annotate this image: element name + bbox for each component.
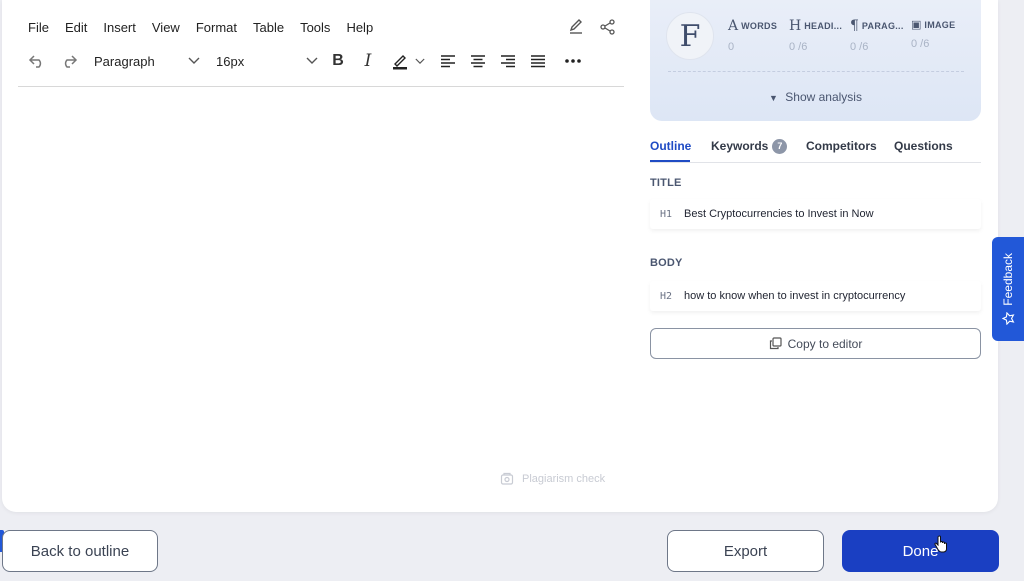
editor-toolbar: Paragraph 16px B I	[18, 48, 624, 76]
back-to-outline-button[interactable]: Back to outline	[2, 530, 158, 572]
body-section-label: BODY	[650, 257, 683, 269]
star-icon	[1001, 311, 1014, 325]
paragraph-icon: ¶	[850, 18, 859, 34]
metric-label: PARAG...	[861, 21, 904, 31]
metric-paragraphs: ¶ PARAG... 0 /6	[850, 18, 904, 53]
chevron-down-icon	[306, 57, 318, 64]
menu-help[interactable]: Help	[346, 20, 373, 36]
menu-insert[interactable]: Insert	[103, 20, 136, 36]
highlight-color-button[interactable]	[386, 48, 430, 74]
image-icon: ▣	[911, 18, 922, 31]
plagiarism-label: Plagiarism check	[522, 473, 606, 485]
menu-bar: File Edit Insert View Format Table Tools…	[28, 20, 389, 36]
menu-table[interactable]: Table	[253, 20, 284, 36]
outline-item-title[interactable]: H1 Best Cryptocurrencies to Invest in No…	[650, 199, 981, 229]
metric-label: IMAGE	[924, 19, 956, 30]
score-logo: F	[666, 12, 714, 60]
font-size-select[interactable]: 16px	[216, 48, 318, 74]
chevron-down-icon	[415, 58, 425, 64]
more-options-icon[interactable]	[562, 48, 584, 74]
tab-keywords-label: Keywords	[711, 139, 769, 153]
analysis-panel: F A WORDS 0 H HEADI... 0 /6 ¶ PARAG... 0…	[650, 0, 981, 121]
title-section-label: TITLE	[650, 177, 682, 189]
show-analysis-label: Show analysis	[785, 90, 862, 104]
toolbar-divider	[18, 86, 624, 87]
caret-down-icon: ▼	[769, 93, 778, 103]
feedback-tab[interactable]: Feedback	[992, 237, 1024, 341]
metric-images: ▣ IMAGE 0 /6	[911, 18, 955, 50]
align-left-icon[interactable]	[438, 48, 458, 74]
copy-icon	[769, 337, 782, 350]
menu-format[interactable]: Format	[196, 20, 237, 36]
outline-item-body[interactable]: H2 how to know when to invest in cryptoc…	[650, 281, 981, 311]
outline-item-text: Best Cryptocurrencies to Invest in Now	[684, 208, 874, 220]
outline-item-text: how to know when to invest in cryptocurr…	[684, 290, 906, 302]
metric-label: HEADI...	[804, 21, 843, 31]
italic-icon[interactable]: I	[358, 48, 378, 74]
show-analysis-toggle[interactable]: ▼ Show analysis	[650, 90, 981, 104]
menu-edit[interactable]: Edit	[65, 20, 87, 36]
hand-cursor-icon	[934, 535, 947, 553]
metric-value: 0 /6	[789, 41, 808, 53]
edit-icon[interactable]	[567, 18, 585, 36]
font-size-value: 16px	[216, 53, 245, 69]
highlighter-icon	[393, 55, 407, 70]
align-center-icon[interactable]	[468, 48, 488, 74]
metric-value: 0 /6	[911, 38, 930, 50]
chevron-down-icon	[188, 57, 200, 64]
feedback-label: Feedback	[1001, 253, 1015, 306]
block-format-select[interactable]: Paragraph	[94, 48, 200, 74]
undo-icon[interactable]	[26, 48, 48, 74]
metric-headings: H HEADI... 0 /6	[789, 18, 842, 53]
tab-keywords[interactable]: Keywords 7	[711, 139, 788, 154]
heading-level-tag: H1	[660, 208, 673, 220]
metric-value: 0 /6	[850, 41, 869, 53]
words-icon: A	[728, 18, 739, 34]
metric-value: 0	[728, 41, 735, 53]
align-justify-icon[interactable]	[528, 48, 548, 74]
bold-icon[interactable]: B	[328, 48, 348, 74]
menu-view[interactable]: View	[152, 20, 180, 36]
copy-to-editor-label: Copy to editor	[787, 336, 863, 351]
sidebar-tabs: Outline Keywords 7 Competitors Questions	[650, 136, 981, 163]
heading-level-tag: H2	[660, 290, 673, 302]
done-button[interactable]: Done	[842, 530, 999, 572]
analysis-divider	[668, 71, 964, 72]
align-right-icon[interactable]	[498, 48, 518, 74]
export-button[interactable]: Export	[667, 530, 824, 572]
metric-label: WORDS	[741, 21, 778, 31]
copy-to-editor-button[interactable]: Copy to editor	[650, 328, 981, 359]
heading-icon: H	[789, 18, 802, 34]
plagiarism-check[interactable]: Plagiarism check	[500, 472, 605, 486]
tab-competitors[interactable]: Competitors	[806, 139, 877, 153]
menu-file[interactable]: File	[28, 20, 49, 36]
metric-words: A WORDS 0	[728, 18, 777, 53]
tab-outline[interactable]: Outline	[650, 139, 691, 153]
redo-icon[interactable]	[58, 48, 80, 74]
tab-questions[interactable]: Questions	[894, 139, 953, 153]
share-icon[interactable]	[599, 18, 617, 36]
menu-tools[interactable]: Tools	[300, 20, 330, 36]
plagiarism-icon	[500, 472, 514, 485]
keywords-count-badge: 7	[772, 139, 788, 154]
editor-content-area[interactable]	[18, 90, 624, 460]
active-tab-indicator	[650, 160, 690, 162]
block-format-value: Paragraph	[94, 53, 155, 69]
